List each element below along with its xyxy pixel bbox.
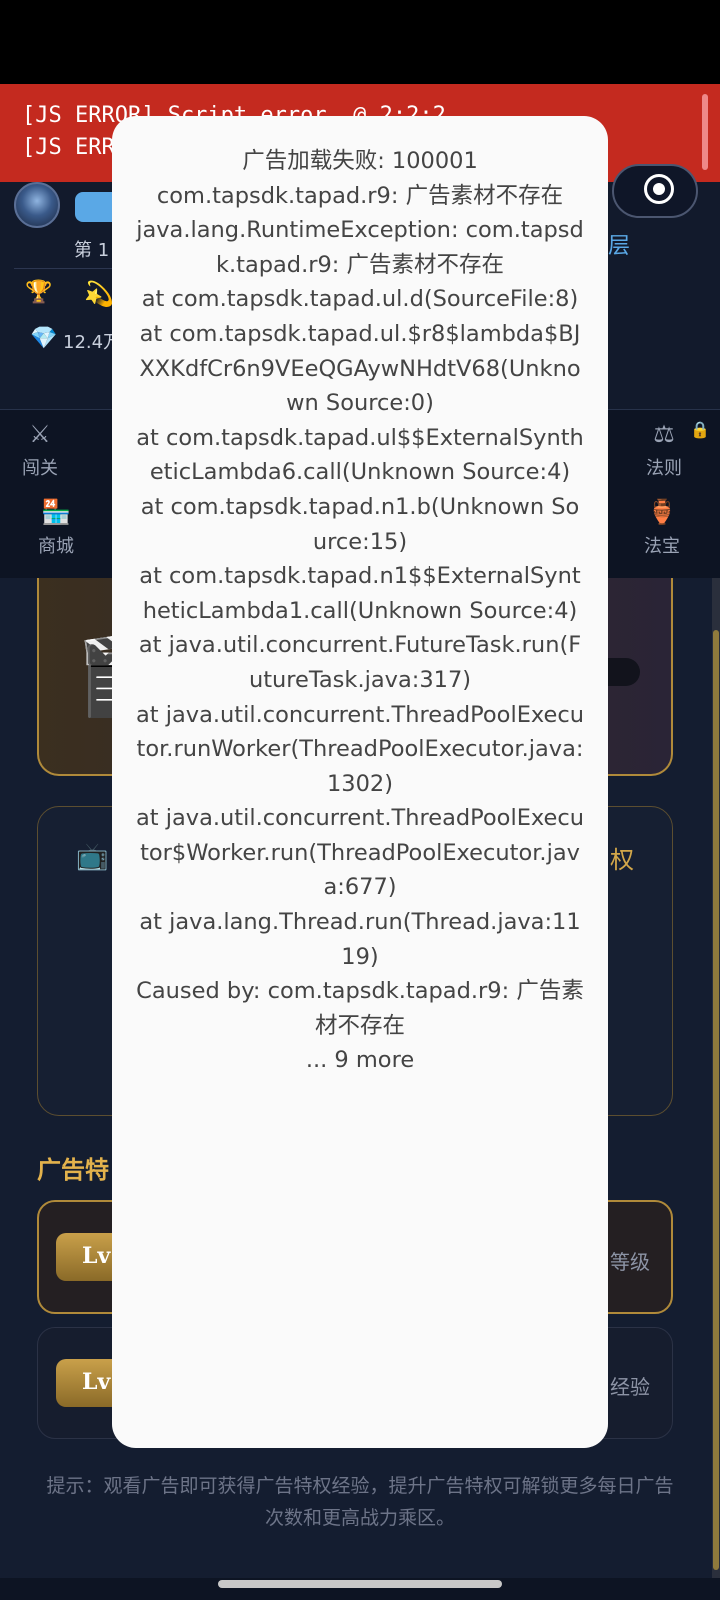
nav-item-challenge[interactable]: ⚔ 闯关 [22,420,58,480]
lock-icon: 🔒 [690,420,710,439]
swords-icon: ⚔ [29,420,51,448]
dialog-line: at com.tapsdk.tapad.n1$$ExternalSyntheti… [139,563,581,624]
card-title-fragment: 权 [610,846,634,874]
dialog-line: at java.util.concurrent.ThreadPoolExecut… [135,805,585,901]
nav-item-shop[interactable]: 🏪 商城 [38,498,74,558]
dialog-line: at java.util.concurrent.FutureTask.run(F… [138,632,582,693]
nav-item-label: 商城 [38,536,74,557]
shop-icon: 🏪 [41,498,71,526]
nav-item-label: 法宝 [644,536,680,557]
status-bar [0,0,720,84]
floor-label: 层 [608,234,631,259]
scrollbar-thumb[interactable] [713,630,719,1570]
nav-item-treasure[interactable]: 🏺 法宝 [644,498,680,558]
vase-icon: 🏺 [647,498,677,526]
scales-icon: ⚖ [653,420,675,448]
dialog-line: 广告加载失败: 100001 [242,148,478,174]
level-label: 第 1 [74,240,110,261]
nav-item-label: 闯关 [22,458,58,479]
dialog-line: at java.util.concurrent.ThreadPoolExecut… [135,701,585,797]
close-target-icon[interactable] [644,174,674,204]
ad-error-dialog[interactable]: 广告加载失败: 100001 com.tapsdk.tapad.r9: 广告素材… [112,116,608,1448]
trophy-icon[interactable]: 🏆 [25,280,52,305]
sparkle-icon[interactable]: 💫 [84,280,114,308]
dialog-line: ... 9 more [305,1047,415,1074]
error-scrollbar[interactable] [702,94,708,170]
nav-item-label: 法则 [646,458,682,479]
gem-icon: 💎 [30,326,58,351]
dialog-line: Caused by: com.tapsdk.tapad.r9: 广告素材不存在 [136,978,584,1039]
dialog-line: at com.tapsdk.tapad.ul$$ExternalSyntheti… [136,424,584,486]
nav-item-laws[interactable]: ⚖ 法则 [646,420,682,480]
dialog-line: at java.lang.Thread.run(Thread.java:1119… [139,909,581,970]
dialog-line: java.lang.RuntimeException: com.tapsdk.t… [136,217,584,278]
dialog-line: at com.tapsdk.tapad.ul.$r8$lambda$BJXXKd… [139,320,581,417]
home-indicator[interactable] [218,1580,502,1588]
row-value-label: 经验 [610,1375,650,1399]
row-value-label: 等级 [610,1250,650,1274]
tv-icon: 📺 [76,842,109,872]
dialog-line: com.tapsdk.tapad.r9: 广告素材不存在 [156,182,564,209]
dialog-line: at com.tapsdk.tapad.ul.d(SourceFile:8) [141,286,579,313]
tip-text: 提示：观看广告即可获得广告特权经验，提升广告特权可解锁更多每日广告次数和更高战力… [46,1475,674,1529]
dialog-line: at com.tapsdk.tapad.n1.b(Unknown Source:… [140,493,580,555]
header-divider [14,268,114,269]
avatar[interactable] [14,182,60,228]
section-title: 广告特 [37,1156,109,1184]
